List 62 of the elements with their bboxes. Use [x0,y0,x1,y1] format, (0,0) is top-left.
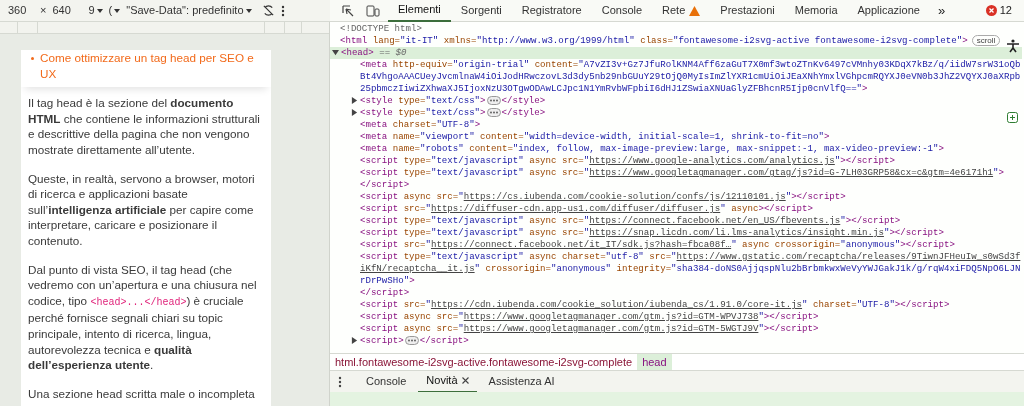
more-icon[interactable] [338,375,342,388]
collapse-arrow-icon[interactable] [351,337,358,345]
code-line[interactable]: <meta charset="UTF-8"> [330,119,1022,131]
code-line[interactable]: <script type="text/javascript" async src="https://snap.licdn.com/li.lms-analytics/insight.min.js"></script> [330,227,1022,239]
ellipsis-icon[interactable] [486,108,501,118]
devtools-tab[interactable]: Registratore [511,0,592,22]
html-node-line[interactable]: <html lang="it-IT" xmlns="http://www.w3.org/1999/html" class="fontawesome-i2svg-active fontawesome-i2svg-complete"> scroll [340,35,1001,47]
error-icon [985,5,997,16]
paragraph: Il tag head è la sezione del documento HTML che contiene le informazioni strutturali e descrittive della pagina che non vengono mostrate direttamente all’utente. [28,95,261,158]
paragraph: Queste, in realtà, servono a browser, motori di ricerca e applicazioni basate sull’intelligenza artificiale per capire come interpretare, caricare e posizionare il contenuto. [28,170,256,249]
breadcrumb[interactable]: head [637,354,672,370]
more-tabs-button[interactable]: » [929,0,954,21]
dropdown-button[interactable]: ( [108,2,121,19]
code-line[interactable]: <script type="text/javascript" async charset="utf-8" src="https://www.gstatic.com/recaptcha/releases/9TiwnJFHeuIw_s0wSd3fiKfN/recaptcha__it.js" crossorigin="anonymous" integrity="sha384-doNS0AjjqspNlu2bBrbmkwxWeVyYWJGakJ1k/g/rqW4xiFDQ5NpO6LJNrDrPwSHo"> [330,251,1022,287]
code-line[interactable]: <script type="text/javascript" async src="https://www.google-analytics.com/analytics.js"></script> [330,155,1022,167]
caret-icon [96,8,103,13]
paragraph: Una sezione head scritta male o incompleta [28,385,256,402]
code-line[interactable]: <script> </script> [330,335,1022,347]
code-line[interactable]: <meta http-equiv="origin-trial" content="A7vZI3v+Gz7JfuRolKNM4Aff6zaGuT7X0mf3wtoZTnKv6497cVMnhy03KDqX7kBz/q/iidW7srW31oQbBt4VhgoAAACUeyJvcmlnaW4iOiJodHRwczovL3d3dy5nb29nbGUuY29tOjQ0MyIsImZlYXR1cmUiOiJEaXNhYmxlVGhpcmRQYXJ0eVN0b3JhZ2VQYXJ0aXRpb25pbmczIiwiZXhwaXJ5IjoxNzU3OTgwODAwLCJpc1N1YmRvbWFpbiI6dHJ1ZSwiaXNUaGlyZFBhcnR5Ijp0cnVlfQ=="> [330,59,1022,95]
code-line[interactable]: </script> [330,287,1022,299]
code-line[interactable]: <style type="text/css"> </style> [330,95,1022,107]
code-line[interactable]: <script type="text/javascript" async src="https://connect.facebook.net/en_US/fbevents.js"></script> [330,215,1022,227]
code-line[interactable]: <meta name="viewport" content="width=device-width, initial-scale=1, shrink-to-fit=no"> [330,131,1022,143]
devtools-tab[interactable]: Prestazioni [710,0,785,22]
doctype-line[interactable]: <!DOCTYPE html> [330,23,1022,35]
close-icon[interactable] [461,377,469,384]
devtools-tab[interactable]: Console [591,0,653,22]
more-icon[interactable] [280,4,285,17]
device-icon[interactable] [366,4,380,17]
code-line[interactable]: <script src="https://cdn.iubenda.com/cookie_solution/iubenda_cs/1.91.0/core-it.js" charset="UTF-8"></script> [330,299,1022,311]
expand-arrow-icon[interactable] [332,49,339,57]
devtools-tab[interactable]: Sorgenti [450,0,512,22]
add-style-icon[interactable] [1007,112,1018,123]
dropdown-button[interactable]: 9 [88,2,103,19]
dropdown-button[interactable]: "Save-Data": predefinito [126,2,252,19]
width-value[interactable]: 360 [8,2,34,19]
accessibility-icon[interactable] [1006,39,1020,53]
caret-icon [114,8,121,13]
code-line[interactable]: <style type="text/css"> </style> [330,107,1022,119]
inspect-icon[interactable] [342,4,354,17]
code-line[interactable]: <script type="text/javascript" async src="https://www.googletagmanager.com/gtag/js?id=G-7LH03GRP58&cx=c&gtm=4e6171h1"> [330,167,1022,179]
code-line[interactable]: <script src="https://diffuser-cdn.app-us1.com/diffuser/diffuser.js" async></script> [330,203,1022,215]
code-line[interactable]: <script async src="https://www.googletagmanager.com/gtm.js?id=GTM-5WGTJ9V"></script> [330,323,1022,335]
devtools-tab[interactable]: Memoria [784,0,848,22]
ellipsis-icon[interactable] [486,96,501,106]
breadcrumb[interactable]: html.fontawesome-i2svg-active.fontawesome-i2svg-complete [330,354,638,370]
height-value[interactable]: 640 [52,2,83,19]
code-line[interactable]: </script> [330,179,1022,191]
times-sign: × [40,3,47,19]
error-count[interactable]: 12 [999,2,1012,19]
code-line[interactable]: <script src="https://connect.facebook.net/it_IT/sdk.js?hash=fbca08f…" async crossorigin="anonymous"></script> [330,239,1022,251]
drawer-tab[interactable]: Assistenza AI [480,370,563,393]
ellipsis-icon[interactable] [404,336,419,346]
drawer-tab[interactable]: Console [358,370,415,393]
code-line[interactable]: <meta name="robots" content="index, follow, max-image-preview:large, max-snippet:-1, max-video-preview:-1"> [330,143,1022,155]
devtools-tab[interactable]: Rete [652,0,711,22]
rotate-icon[interactable] [261,4,275,17]
code-line[interactable]: <script async src="https://www.googletagmanager.com/gtm.js?id=GTM-WPVJ738"></script> [330,311,1022,323]
devtools-tab[interactable]: Applicazione [847,0,930,22]
caret-icon [245,8,252,13]
bullet-icon [31,57,34,60]
code-line[interactable]: <script async src="https://cs.iubenda.com/cookie-solution/confs/js/12110101.js"></script> [330,191,1022,203]
